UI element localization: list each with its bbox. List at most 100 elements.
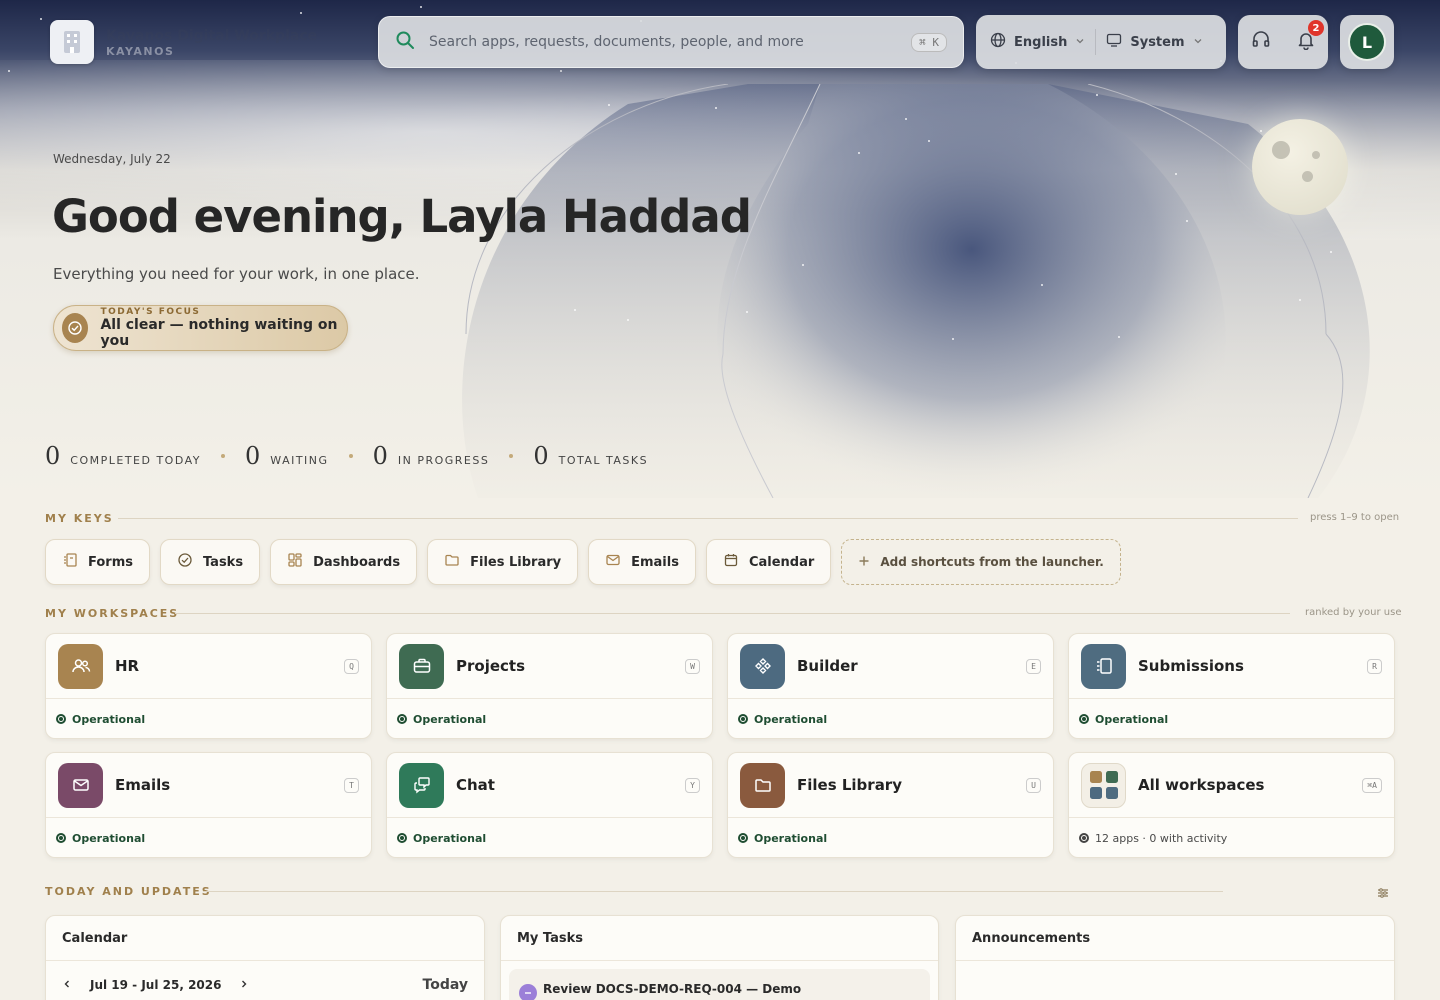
apps-grid-icon [1081,762,1126,808]
stat-in-progress[interactable]: 0 IN PROGRESS [373,442,490,470]
key-label: Files Library [470,554,562,570]
workspace-card-all-workspaces[interactable]: All workspaces ⌘A 12 apps · 0 with activ… [1068,752,1395,858]
stat-label: IN PROGRESS [397,454,490,467]
star [746,311,748,313]
chevron-down-icon [1193,35,1203,50]
add-shortcut-label: Add shortcuts from the launcher. [880,555,1104,569]
workspace-card-projects[interactable]: Projects W Operational [386,633,713,739]
key-label: Calendar [748,554,815,570]
key-calendar[interactable]: Calendar [705,539,832,585]
bell-icon[interactable]: 2 [1297,20,1324,54]
key-emails[interactable]: Emails [588,539,696,585]
focus-kicker: TODAY'S FOCUS [100,307,201,317]
workspace-name: Files Library [797,776,902,794]
chevron-left-icon[interactable] [62,978,72,992]
star [1186,220,1188,222]
user-menu[interactable]: L [1340,15,1394,69]
stat-value: 0 [372,442,388,470]
status-icon [1079,833,1089,843]
stat-value: 0 [245,442,261,470]
todays-focus-pill[interactable]: TODAY'S FOCUS All clear — nothing waitin… [53,305,348,351]
today-button[interactable]: Today [423,977,468,993]
global-search[interactable]: ⌘ K [378,16,964,68]
workspace-name: Chat [456,776,495,794]
workspace-status: Operational [72,831,146,845]
add-shortcut-button[interactable]: Add shortcuts from the launcher. [841,539,1121,585]
key-forms[interactable]: Forms [45,539,150,585]
folder-icon [740,762,785,808]
workspace-name: Emails [115,776,171,794]
workspace-hotkey: Y [685,777,700,793]
theme-selector[interactable]: System [1106,32,1202,52]
workspaces-hint: ranked by your use [1305,607,1402,618]
star [928,140,930,142]
workspace-hotkey: E [1026,658,1041,674]
grid-icon [287,552,303,572]
card-title: Calendar [46,916,484,961]
page-title: Good evening, Layla Haddad [52,190,752,243]
workspace-card-submissions[interactable]: Submissions R Operational [1068,633,1395,739]
form-icon [62,552,78,572]
workspace-status: Operational [413,831,487,845]
chevron-right-icon[interactable] [239,978,249,992]
brand-sub: KAYANOS [106,44,175,58]
tagline: Everything you need for your work, in on… [53,265,420,283]
status-icon [56,833,66,843]
stat-value: 0 [533,442,549,470]
star [1096,94,1098,96]
stat-total-tasks[interactable]: 0 TOTAL TASKS [533,442,648,470]
workspace-card-chat[interactable]: Chat Y Operational [386,752,713,858]
key-files-library[interactable]: Files Library [427,539,579,585]
check-circle-icon [177,552,193,572]
workspace-status: Operational [72,712,146,726]
stat-waiting[interactable]: 0 WAITING [245,442,329,470]
star [420,6,422,8]
section-title-my-keys: MY KEYS [45,512,114,525]
form-icon [1081,643,1126,689]
status-icon [738,714,748,724]
key-label: Forms [88,554,133,570]
my-tasks-card: My Tasks Review DOCS-DEMO-REQ-004 — Demo [500,915,939,1000]
stat-completed-today[interactable]: 0 COMPLETED TODAY [45,442,201,470]
search-shortcut: ⌘ K [911,32,947,52]
workspace-card-builder[interactable]: Builder E Operational [727,633,1054,739]
star [40,18,42,20]
language-label: English [1014,34,1068,50]
preferences-bar: English System [976,15,1226,69]
calendar-range: Jul 19 - Jul 25, 2026 [90,978,222,992]
task-stats: 0 COMPLETED TODAY 0 WAITING 0 IN PROGRES… [45,442,648,470]
card-title: Announcements [956,916,1394,961]
key-tasks[interactable]: Tasks [159,539,261,585]
stat-label: TOTAL TASKS [558,454,649,467]
chevron-down-icon [1075,35,1085,50]
star [1299,299,1301,301]
globe-icon [990,32,1006,52]
mail-icon [605,552,621,572]
workspace-hotkey: ⌘A [1362,777,1382,793]
brand[interactable]: Kayanos Digital Workplace KAYANOS [50,20,317,64]
search-input[interactable] [429,34,898,50]
workspace-card-files-library[interactable]: Files Library U Operational [727,752,1054,858]
workspace-card-emails[interactable]: Emails T Operational [45,752,372,858]
workspace-card-hr[interactable]: HR Q Operational [45,633,372,739]
moon-icon [1252,119,1348,215]
announcements-card: Announcements [955,915,1395,1000]
key-dashboards[interactable]: Dashboards [270,539,418,585]
keys-hint: press 1–9 to open [1310,512,1400,523]
status-icon [397,833,407,843]
builder-icon [740,643,785,689]
star [560,70,562,72]
chat-icon [399,762,444,808]
key-label: Emails [631,554,679,570]
star [1041,284,1043,286]
headset-icon[interactable] [1251,30,1271,54]
sliders-icon[interactable] [1377,884,1389,903]
star [574,309,576,311]
stat-label: WAITING [270,454,329,467]
language-selector[interactable]: English [990,32,1085,52]
brand-name: Kayanos Digital Workplace [106,27,318,44]
header-actions: 2 [1238,15,1328,69]
task-item[interactable]: Review DOCS-DEMO-REQ-004 — Demo [509,969,930,1000]
stat-value: 0 [45,442,61,470]
folder-icon [444,552,460,572]
